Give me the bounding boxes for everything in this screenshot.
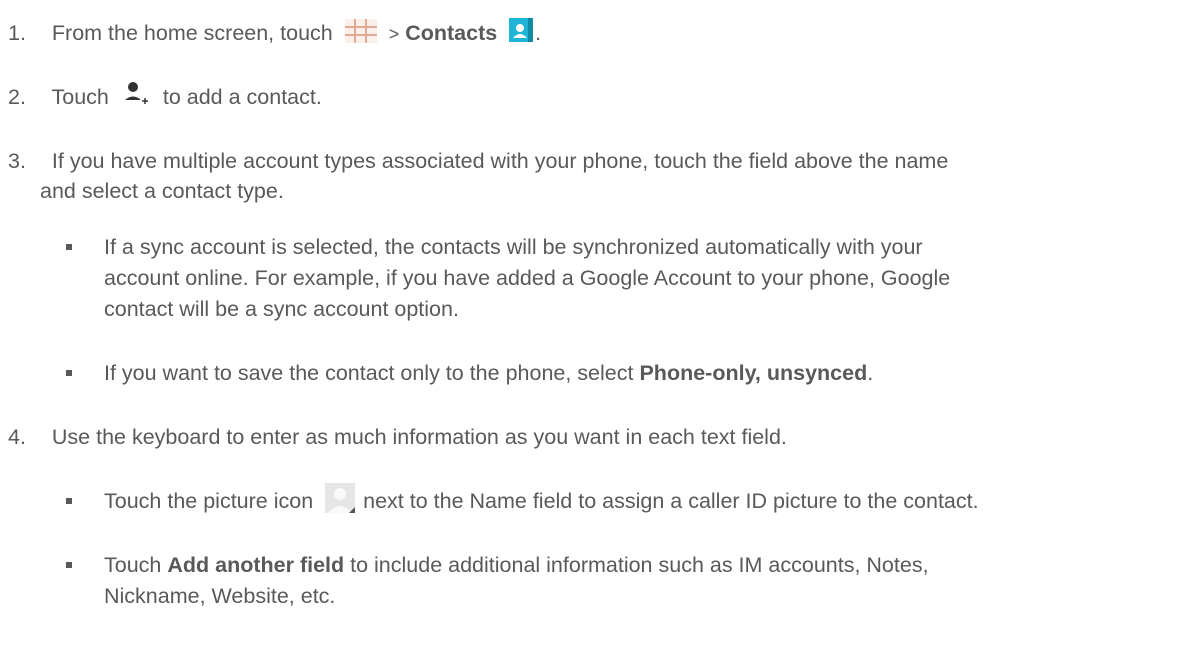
bullet-line: account online. For example, if you have… bbox=[104, 266, 951, 290]
bullet-text: Nickname, Website, etc. bbox=[104, 583, 335, 609]
step-3-line-2: and select a contact type. bbox=[40, 178, 284, 204]
bullet-marker bbox=[66, 498, 72, 504]
period: . bbox=[535, 21, 542, 45]
bullet-marker bbox=[66, 562, 72, 568]
phone-only-label: Phone-only, unsynced bbox=[639, 361, 868, 385]
picture-icon[interactable] bbox=[325, 483, 356, 514]
step-4: 4. Use the keyboard to enter as much inf… bbox=[8, 424, 787, 450]
bullet-line: Nickname, Website, etc. bbox=[104, 584, 336, 608]
bullet-line: If you want to save the contact only to … bbox=[104, 361, 634, 385]
separator: > bbox=[388, 24, 400, 44]
contacts-icon bbox=[509, 18, 534, 43]
step-number: 2. bbox=[8, 85, 26, 109]
step-number: 4. bbox=[8, 425, 26, 449]
bullet-line: to include additional information such a… bbox=[350, 553, 929, 577]
step-2: 2. Touch to add a contact. bbox=[8, 82, 322, 110]
step-1: 1. From the home screen, touch > Contact… bbox=[8, 18, 542, 47]
bullet-marker bbox=[66, 244, 72, 250]
add-another-field-label: Add another field bbox=[167, 553, 345, 577]
bullet-text: account online. For example, if you have… bbox=[104, 265, 950, 291]
bullet-line: contact will be a sync account option. bbox=[104, 297, 459, 321]
step-number: 3. bbox=[8, 149, 26, 173]
period: . bbox=[867, 361, 874, 385]
bullet-text: If you want to save the contact only to … bbox=[104, 360, 873, 386]
bullet-text: contact will be a sync account option. bbox=[104, 296, 459, 322]
step-3: 3. If you have multiple account types as… bbox=[8, 148, 948, 174]
step-text: If you have multiple account types assoc… bbox=[51, 149, 949, 173]
contacts-label: Contacts bbox=[405, 21, 498, 45]
bullet-text: Touch the picture icon next to the Name … bbox=[104, 483, 979, 514]
step-text: Touch bbox=[51, 85, 109, 109]
step-text: From the home screen, touch bbox=[51, 21, 333, 45]
apps-grid-icon bbox=[344, 19, 377, 44]
bullet-marker bbox=[66, 370, 72, 376]
step-text: Use the keyboard to enter as much inform… bbox=[51, 425, 787, 449]
add-contact-icon[interactable] bbox=[123, 80, 149, 106]
step-text: and select a contact type. bbox=[40, 179, 284, 203]
bullet-text: Touch Add another field to include addit… bbox=[104, 552, 929, 578]
bullet-line: If a sync account is selected, the conta… bbox=[104, 235, 923, 259]
step-number: 1. bbox=[8, 21, 26, 45]
bullet-text: If a sync account is selected, the conta… bbox=[104, 234, 923, 260]
step-text-post: to add a contact. bbox=[162, 85, 322, 109]
bullet-line: Touch bbox=[104, 553, 162, 577]
bullet-line: next to the Name field to assign a calle… bbox=[363, 489, 979, 513]
bullet-line: Touch the picture icon bbox=[104, 489, 314, 513]
instruction-document: 1. From the home screen, touch > Contact… bbox=[0, 0, 1198, 652]
